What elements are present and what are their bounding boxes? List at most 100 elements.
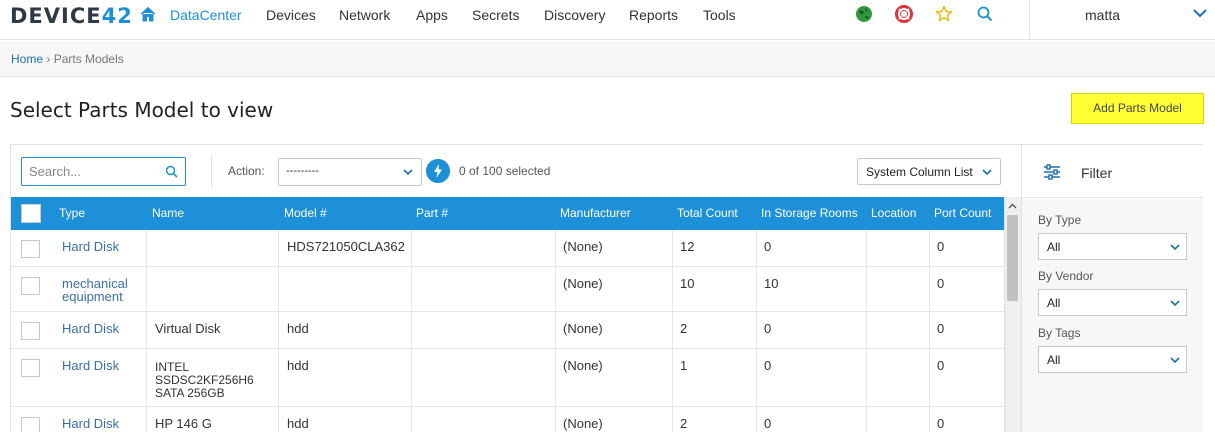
cell-port-count: 0 — [937, 321, 945, 336]
search-icon[interactable] — [165, 165, 178, 178]
cell-type[interactable]: Hard Disk — [62, 240, 119, 253]
cell-in-storage-rooms: 0 — [764, 321, 772, 336]
table-row[interactable]: Hard Disk HP 146 G hdd (None) 2 0 0 — [11, 407, 1004, 432]
cell-type[interactable]: Hard Disk — [62, 322, 119, 335]
chevron-down-icon — [1170, 244, 1180, 251]
cell-total-count: 12 — [680, 239, 695, 254]
bolt-icon[interactable] — [426, 159, 450, 183]
cell-port-count: 0 — [937, 358, 945, 373]
chevron-down-icon[interactable] — [1192, 5, 1208, 21]
filter-panel: Filter By Type All By Vendor All By Tags… — [1021, 145, 1203, 432]
star-icon[interactable] — [935, 5, 953, 23]
table-row[interactable]: Hard Disk Virtual Disk hdd (None) 2 0 0 — [11, 312, 1004, 349]
nav-reports[interactable]: Reports — [629, 7, 678, 23]
search-input[interactable] — [21, 157, 186, 186]
cell-model: HDS721050CLA362 — [287, 239, 405, 254]
breadcrumb-separator: › — [46, 52, 51, 66]
home-icon[interactable] — [139, 5, 157, 23]
breadcrumb-current: Parts Models — [53, 52, 124, 66]
row-checkbox[interactable] — [21, 417, 40, 432]
cell-name: Virtual Disk — [155, 321, 221, 336]
column-header-port-count[interactable]: Port Count — [934, 206, 991, 220]
cell-name: INTEL SSDSC2KF256H6 SATA 256GB — [155, 360, 254, 400]
column-header-location[interactable]: Location — [871, 206, 916, 220]
row-checkbox[interactable] — [21, 240, 40, 258]
row-checkbox[interactable] — [21, 359, 40, 377]
globe-icon[interactable] — [855, 5, 873, 23]
cell-name: HP 146 G — [155, 416, 212, 431]
cell-in-storage-rooms: 10 — [764, 276, 779, 291]
column-header-name[interactable]: Name — [152, 206, 184, 220]
filter-label-vendor: By Vendor — [1038, 269, 1094, 283]
nav-datacenter[interactable]: DataCenter — [170, 7, 242, 23]
column-header-total-count[interactable]: Total Count — [677, 206, 738, 220]
cell-model: hdd — [287, 358, 309, 373]
top-navbar: DEVICE42 DataCenter Devices Network Apps… — [0, 0, 1215, 40]
column-divider — [555, 230, 556, 432]
nav-apps[interactable]: Apps — [416, 7, 448, 23]
search-icon[interactable] — [976, 5, 994, 23]
cell-manufacturer: (None) — [563, 416, 603, 431]
column-divider — [411, 230, 412, 432]
help-lifebuoy-icon[interactable] — [895, 5, 913, 23]
cell-in-storage-rooms: 0 — [764, 239, 772, 254]
list-toolbar: Action: --------- 0 of 100 selected Syst… — [11, 145, 1021, 197]
column-divider — [866, 230, 867, 432]
column-header-in-storage-rooms[interactable]: In Storage Rooms — [761, 206, 858, 220]
chevron-down-icon — [1170, 357, 1180, 364]
nav-network[interactable]: Network — [339, 7, 390, 23]
parts-model-panel: Action: --------- 0 of 100 selected Syst… — [10, 144, 1203, 432]
select-all-checkbox[interactable] — [21, 204, 41, 223]
column-header-manufacturer[interactable]: Manufacturer — [560, 206, 631, 220]
row-checkbox[interactable] — [21, 277, 40, 295]
nav-tools[interactable]: Tools — [703, 7, 736, 23]
column-divider — [146, 230, 147, 432]
cell-port-count: 0 — [937, 239, 945, 254]
cell-manufacturer: (None) — [563, 276, 603, 291]
cell-total-count: 10 — [680, 276, 695, 291]
nav-discovery[interactable]: Discovery — [544, 7, 605, 23]
breadcrumb: Home › Parts Models — [11, 52, 124, 66]
action-select[interactable]: --------- — [278, 158, 422, 186]
cell-in-storage-rooms: 0 — [764, 416, 772, 431]
column-list-select[interactable]: System Column List — [857, 158, 1001, 185]
chevron-down-icon — [982, 169, 992, 176]
filter-label-type: By Type — [1038, 213, 1082, 227]
table-row[interactable]: mechanical equipment (None) 10 10 0 — [11, 267, 1004, 312]
table-header: Type Name Model # Part # Manufacturer To… — [11, 197, 1004, 230]
filter-header[interactable]: Filter — [1022, 145, 1203, 198]
filter-sliders-icon[interactable] — [1043, 164, 1061, 180]
column-header-type[interactable]: Type — [59, 206, 85, 220]
page-title: Select Parts Model to view — [10, 98, 274, 122]
filter-label-tags: By Tags — [1038, 326, 1081, 340]
table-row[interactable]: Hard Disk INTEL SSDSC2KF256H6 SATA 256GB h… — [11, 349, 1004, 407]
scroll-up-arrow-icon[interactable] — [1007, 201, 1018, 212]
column-header-model[interactable]: Model # — [284, 206, 327, 220]
filter-type-select[interactable]: All — [1038, 233, 1187, 260]
cell-manufacturer: (None) — [563, 239, 603, 254]
filter-title[interactable]: Filter — [1081, 165, 1112, 181]
add-parts-model-button[interactable]: Add Parts Model — [1071, 93, 1204, 124]
cell-model: hdd — [287, 321, 309, 336]
row-checkbox[interactable] — [21, 322, 40, 340]
table-row[interactable]: Hard Disk HDS721050CLA362 (None) 12 0 0 — [11, 230, 1004, 267]
column-header-part[interactable]: Part # — [416, 206, 448, 220]
cell-type[interactable]: Hard Disk — [62, 359, 119, 372]
user-menu-name[interactable]: matta — [1085, 7, 1120, 23]
scrollbar-thumb[interactable] — [1007, 215, 1018, 301]
column-divider — [278, 230, 279, 432]
chevron-down-icon — [1170, 300, 1180, 307]
nav-devices[interactable]: Devices — [266, 7, 316, 23]
toolbar-divider — [211, 155, 212, 187]
breadcrumb-home[interactable]: Home — [11, 52, 43, 66]
cell-type[interactable]: Hard Disk — [62, 417, 119, 430]
device42-logo[interactable]: DEVICE42 — [10, 4, 133, 28]
cell-type[interactable]: mechanical equipment — [62, 277, 128, 303]
cell-total-count: 2 — [680, 321, 688, 336]
nav-secrets[interactable]: Secrets — [472, 7, 519, 23]
filter-vendor-select[interactable]: All — [1038, 289, 1187, 316]
action-label: Action: — [228, 164, 265, 178]
cell-model: hdd — [287, 416, 309, 431]
cell-total-count: 2 — [680, 416, 688, 431]
filter-tags-select[interactable]: All — [1038, 346, 1187, 373]
